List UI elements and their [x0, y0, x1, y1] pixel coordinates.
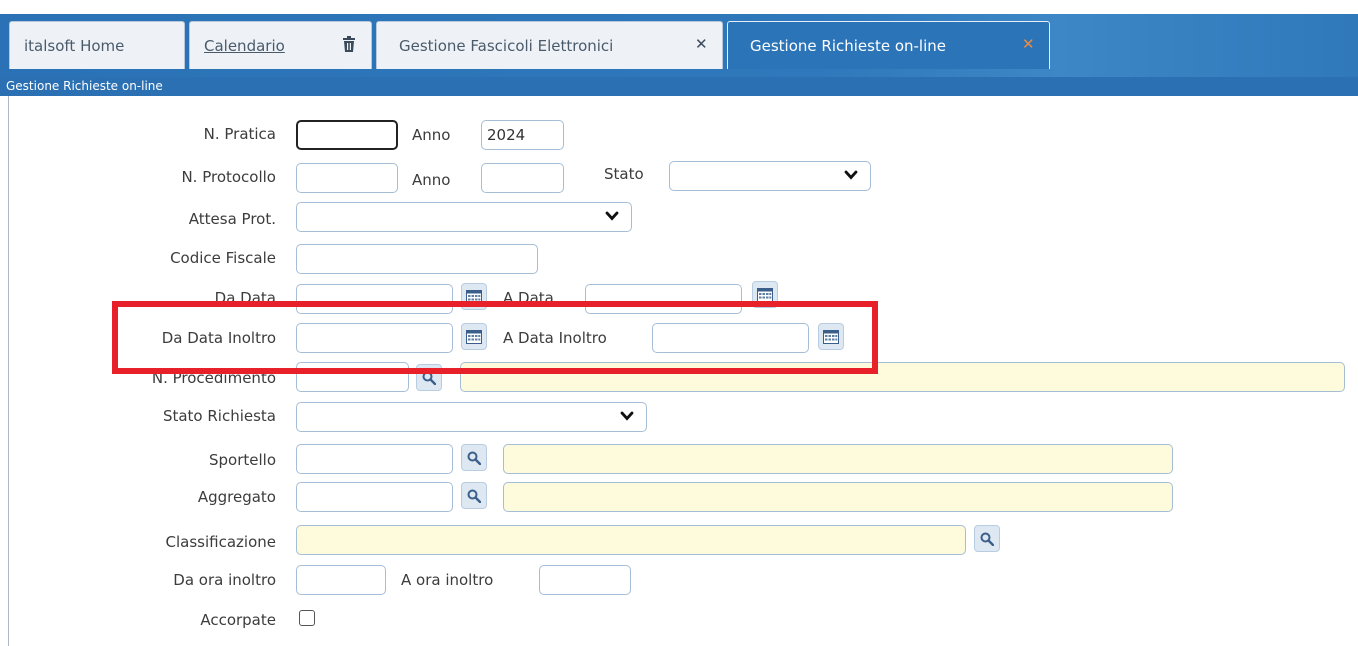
codice-fiscale-label: Codice Fiscale: [170, 249, 276, 267]
attesa-prot-label: Attesa Prot.: [188, 210, 276, 228]
accorpate-label: Accorpate: [200, 611, 276, 629]
stato-select[interactable]: [669, 161, 871, 191]
n-pratica-label: N. Pratica: [203, 125, 276, 143]
a-ora-inoltro-input[interactable]: [539, 565, 631, 595]
stato-label: Stato: [604, 165, 644, 183]
tab-label: italsoft Home: [24, 36, 125, 55]
sportello-label: Sportello: [208, 451, 276, 469]
tab-gestione-fascicoli[interactable]: Gestione Fascicoli Elettronici ✕: [376, 21, 723, 69]
aggregato-label: Aggregato: [197, 488, 276, 506]
aggregato-description: [503, 482, 1173, 512]
sportello-input[interactable]: [296, 444, 453, 474]
anno-protocollo-label: Anno: [412, 171, 451, 189]
page-subtitle: Gestione Richieste on-line: [0, 77, 1358, 96]
chevron-down-icon: [844, 170, 858, 180]
search-icon[interactable]: [461, 482, 487, 509]
close-icon[interactable]: ✕: [1022, 35, 1035, 53]
stato-richiesta-select[interactable]: [296, 402, 647, 432]
search-icon[interactable]: [974, 525, 1000, 552]
attesa-prot-select[interactable]: [296, 202, 632, 232]
highlight-box: [112, 301, 878, 374]
aggregato-input[interactable]: [296, 482, 453, 512]
da-ora-inoltro-label: Da ora inoltro: [173, 571, 276, 589]
da-ora-inoltro-input[interactable]: [296, 565, 386, 595]
tab-gestione-richieste[interactable]: Gestione Richieste on-line ✕: [727, 21, 1050, 69]
tab-calendario[interactable]: Calendario: [189, 21, 372, 69]
tab-label: Gestione Richieste on-line: [750, 36, 946, 55]
accorpate-checkbox[interactable]: [299, 610, 315, 626]
a-ora-inoltro-label: A ora inoltro: [401, 571, 494, 589]
n-protocollo-label: N. Protocollo: [181, 168, 276, 186]
close-icon[interactable]: ✕: [695, 35, 708, 53]
tab-label: Calendario: [204, 36, 285, 55]
tab-bar: italsoft Home Calendario Gestione Fascic…: [0, 0, 1358, 77]
classificazione-label: Classificazione: [165, 533, 276, 551]
search-icon[interactable]: [461, 444, 487, 471]
codice-fiscale-input[interactable]: [296, 244, 538, 274]
sportello-description: [503, 444, 1173, 474]
n-pratica-input[interactable]: [296, 120, 398, 150]
stato-richiesta-label: Stato Richiesta: [162, 407, 276, 425]
tab-label: Gestione Fascicoli Elettronici: [399, 36, 614, 55]
n-protocollo-input[interactable]: [296, 163, 398, 193]
chevron-down-icon: [605, 211, 619, 221]
panel-border: [8, 96, 9, 646]
anno-pratica-input[interactable]: [481, 120, 564, 150]
chevron-down-icon: [620, 411, 634, 421]
tab-italsoft-home[interactable]: italsoft Home: [9, 21, 185, 69]
anno-pratica-label: Anno: [412, 126, 451, 144]
classificazione-input[interactable]: [296, 525, 966, 555]
anno-protocollo-input[interactable]: [481, 163, 564, 193]
trash-icon[interactable]: [342, 36, 356, 53]
